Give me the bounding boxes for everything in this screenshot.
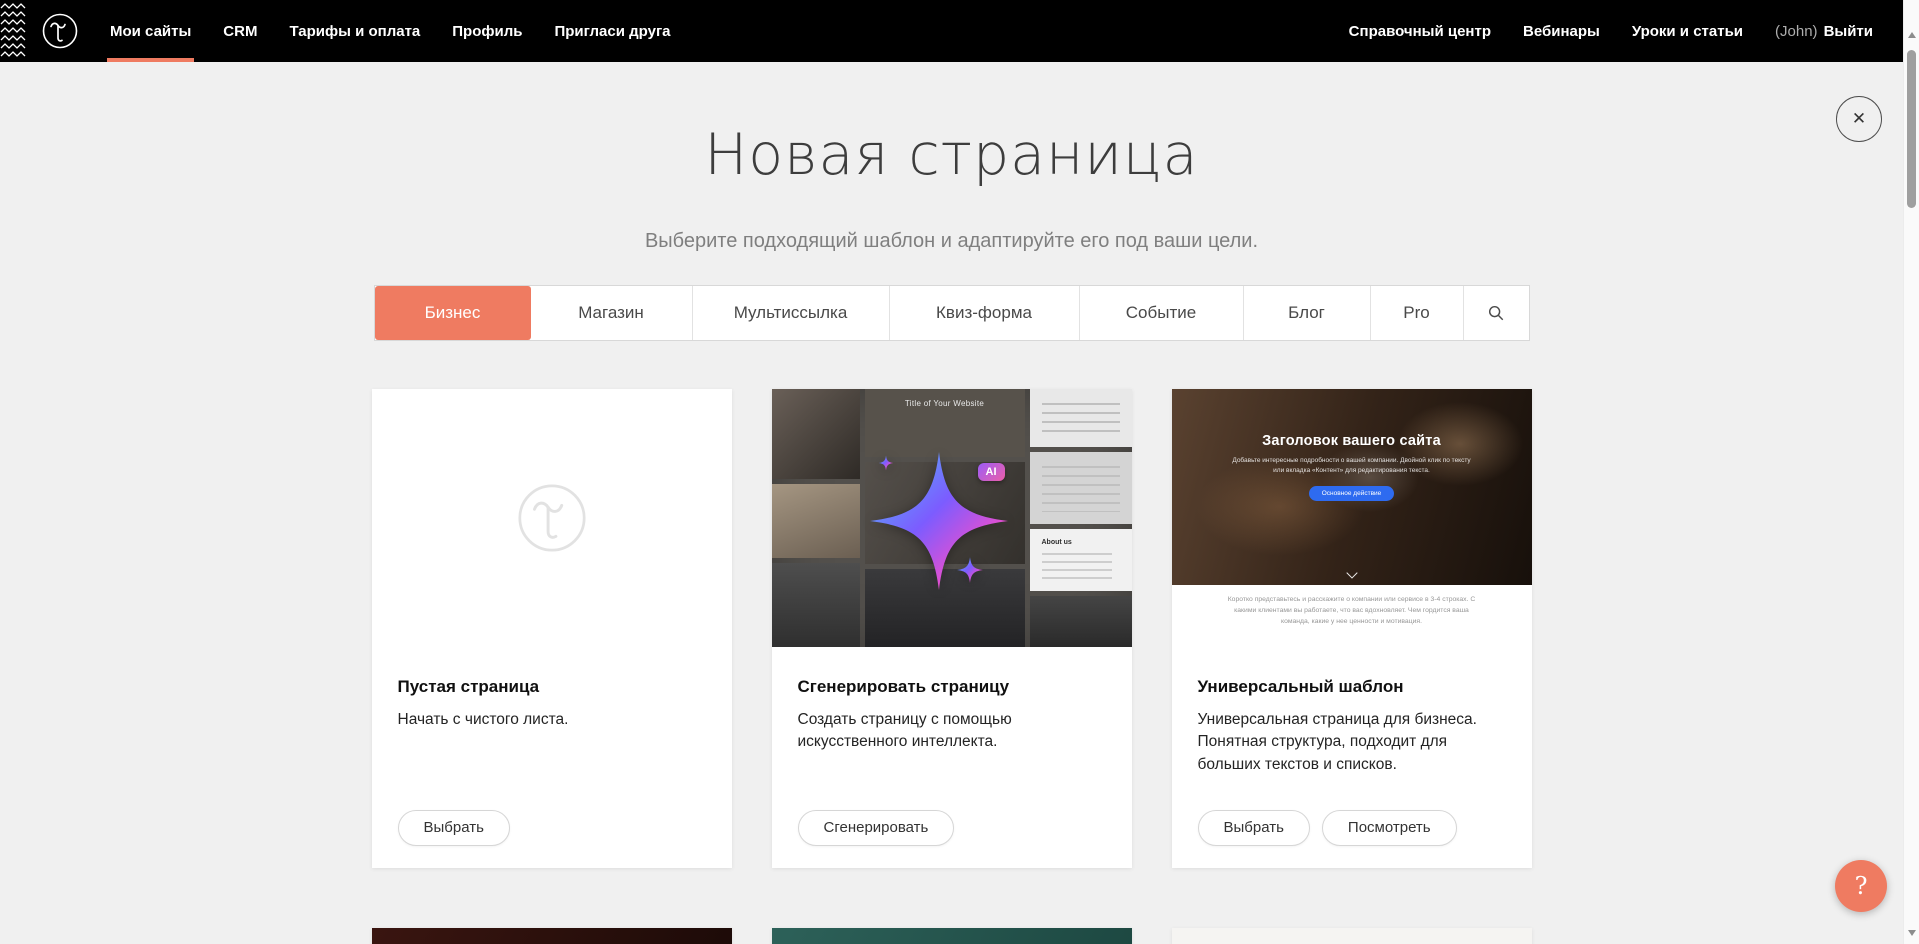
tab-pro[interactable]: Pro xyxy=(1371,286,1464,340)
chevron-down-icon xyxy=(1346,567,1357,578)
tilda-logo-icon[interactable] xyxy=(40,11,80,51)
top-bar: Мои сайты CRM Тарифы и оплата Профиль Пр… xyxy=(0,0,1903,62)
card-description: Создать страницу с помощью искусственног… xyxy=(798,709,1106,754)
template-card-partial-2[interactable] xyxy=(772,928,1132,944)
nav-item-help-center[interactable]: Справочный центр xyxy=(1333,0,1507,62)
close-button[interactable]: ✕ xyxy=(1836,96,1882,142)
nav-item-profile[interactable]: Профиль xyxy=(436,0,538,62)
nav-label: Профиль xyxy=(452,23,522,40)
user-name: (John) xyxy=(1775,23,1818,40)
template-card-partial-3[interactable] xyxy=(1172,928,1532,944)
preview-body-text: Коротко представьтесь и расскажите о ком… xyxy=(1172,585,1532,647)
nav-item-lessons[interactable]: Уроки и статьи xyxy=(1616,0,1759,62)
scroll-down-arrow-icon[interactable] xyxy=(1908,930,1916,936)
scroll-up-arrow-icon[interactable] xyxy=(1908,32,1916,38)
nav-label: Мои сайты xyxy=(110,23,191,40)
logout-link[interactable]: Выйти xyxy=(1824,23,1873,40)
nav-item-my-sites[interactable]: Мои сайты xyxy=(94,0,207,62)
universal-card-preview: Заголовок вашего сайта Добавьте интересн… xyxy=(1172,389,1532,647)
nav-label: Вебинары xyxy=(1523,23,1600,40)
select-button[interactable]: Выбрать xyxy=(398,810,510,846)
generate-button[interactable]: Сгенерировать xyxy=(798,810,955,846)
ai-card-preview: Title of Your Website About us xyxy=(772,389,1132,647)
tab-blog[interactable]: Блог xyxy=(1244,286,1371,340)
search-icon xyxy=(1487,304,1505,322)
card-description: Универсальная страница для бизнеса. Поня… xyxy=(1198,709,1506,776)
nav-item-pricing[interactable]: Тарифы и оплата xyxy=(273,0,436,62)
template-thumbnail xyxy=(1172,928,1532,944)
help-button[interactable]: ? xyxy=(1835,860,1887,912)
new-page-modal: ✕ Новая страница Выберите подходящий шаб… xyxy=(0,62,1903,944)
nav-label: Тарифы и оплата xyxy=(289,23,420,40)
template-card-universal: Заголовок вашего сайта Добавьте интересн… xyxy=(1172,389,1532,868)
card-title: Универсальный шаблон xyxy=(1198,677,1506,697)
template-card-partial-1[interactable] xyxy=(372,928,732,944)
template-card-blank: Пустая страница Начать с чистого листа. … xyxy=(372,389,732,868)
template-card-generate-ai: Title of Your Website About us xyxy=(772,389,1132,868)
tiny-sparkle-icon xyxy=(878,455,894,471)
tab-event[interactable]: Событие xyxy=(1080,286,1244,340)
ai-badge: AI xyxy=(978,463,1005,481)
template-cover-photo: Заголовок вашего сайта Добавьте интересн… xyxy=(1172,389,1532,585)
tab-quiz-form[interactable]: Квиз-форма xyxy=(890,286,1080,340)
card-title: Пустая страница xyxy=(398,677,706,697)
nav-item-invite-friend[interactable]: Пригласи друга xyxy=(538,0,686,62)
page-subtitle: Выберите подходящий шаблон и адаптируйте… xyxy=(0,230,1903,253)
question-mark-icon: ? xyxy=(1855,872,1868,900)
scrollbar-thumb[interactable] xyxy=(1907,50,1916,208)
tab-search[interactable] xyxy=(1464,286,1529,340)
close-icon: ✕ xyxy=(1852,109,1866,129)
select-button[interactable]: Выбрать xyxy=(1198,810,1310,846)
nav-item-webinars[interactable]: Вебинары xyxy=(1507,0,1616,62)
template-grid: Пустая страница Начать с чистого листа. … xyxy=(372,389,1532,868)
card-title: Сгенерировать страницу xyxy=(798,677,1106,697)
page-title: Новая страница xyxy=(0,126,1903,186)
tab-multilink[interactable]: Мультиссылка xyxy=(693,286,890,340)
card-description: Начать с чистого листа. xyxy=(398,709,706,731)
template-thumbnail xyxy=(372,928,732,944)
scrollbar[interactable] xyxy=(1903,0,1919,944)
view-button[interactable]: Посмотреть xyxy=(1322,810,1457,846)
tab-shop[interactable]: Магазин xyxy=(531,286,693,340)
nav-label: Пригласи друга xyxy=(554,23,670,40)
tab-business[interactable]: Бизнес xyxy=(375,286,531,340)
main-nav: Мои сайты CRM Тарифы и оплата Профиль Пр… xyxy=(94,0,687,62)
user-logout[interactable]: (John) Выйти xyxy=(1759,0,1889,62)
secondary-nav: Справочный центр Вебинары Уроки и статьи… xyxy=(1333,0,1903,62)
preview-heading: Заголовок вашего сайта xyxy=(1172,389,1532,449)
template-grid-row2 xyxy=(372,928,1532,944)
small-sparkle-icon xyxy=(956,556,984,584)
tilda-watermark-icon xyxy=(513,479,591,557)
preview-cta-button: Основное действие xyxy=(1309,486,1395,501)
preview-subtext: Добавьте интересные подробности о вашей … xyxy=(1227,456,1477,477)
preview-about-label: About us xyxy=(1042,539,1072,546)
zigzag-decoration xyxy=(0,0,26,62)
template-thumbnail xyxy=(772,928,1132,944)
website-collage: Title of Your Website About us xyxy=(772,389,1132,647)
nav-label: Уроки и статьи xyxy=(1632,23,1743,40)
blank-card-preview xyxy=(372,389,732,647)
nav-label: Справочный центр xyxy=(1349,23,1491,40)
nav-item-crm[interactable]: CRM xyxy=(207,0,273,62)
template-category-tabs: Бизнес Магазин Мультиссылка Квиз-форма С… xyxy=(374,285,1530,341)
nav-label: CRM xyxy=(223,23,257,40)
